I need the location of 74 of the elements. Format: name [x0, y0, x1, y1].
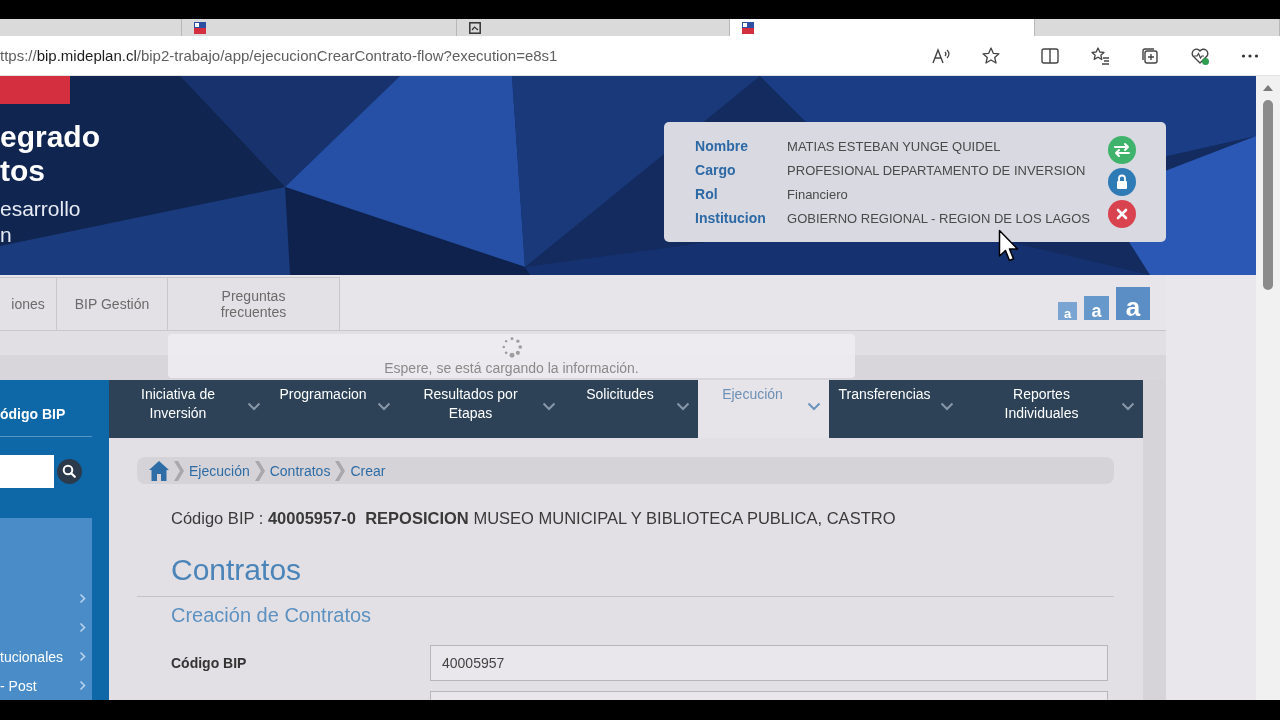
chevron-right-icon[interactable]: [79, 622, 86, 633]
close-icon[interactable]: [1108, 200, 1136, 228]
chevron-down-icon: [1121, 402, 1135, 411]
page-icon: [469, 21, 481, 34]
loading-message: Espere, se está cargando la información.: [384, 360, 639, 376]
flag-icon: [194, 21, 206, 34]
chevron-right-icon: [174, 460, 184, 481]
flag-icon: [742, 21, 754, 34]
menu-tab[interactable]: Programacion: [269, 380, 399, 438]
breadcrumb-link[interactable]: Ejecución: [189, 462, 250, 479]
user-field-label: Cargo: [695, 162, 737, 178]
user-field-value: MATIAS ESTEBAN YUNGE QUIDEL: [787, 138, 1001, 154]
heart-pulse-icon[interactable]: [1190, 45, 1210, 66]
chevron-right-icon[interactable]: [79, 651, 86, 662]
home-icon[interactable]: [149, 459, 169, 482]
site-subtitle-line: n: [0, 222, 13, 248]
menu-tab[interactable]: Solicitudes: [564, 380, 698, 438]
user-field-label: Nombre: [695, 138, 749, 154]
chevron-down-icon: [807, 402, 821, 411]
user-field-label: Rol: [695, 186, 719, 202]
sidebar-title: ódigo BIP: [0, 380, 92, 437]
breadcrumb-link[interactable]: Crear: [350, 462, 386, 479]
scrollbar[interactable]: [1256, 76, 1280, 700]
user-field-value: Financiero: [787, 186, 848, 202]
chevron-down-icon: [676, 402, 690, 411]
spinner-icon: [500, 336, 523, 358]
text-field[interactable]: 40005957: [430, 645, 1108, 681]
site-tab[interactable]: BIP Gestión: [57, 277, 168, 330]
swap-icon[interactable]: [1108, 136, 1136, 164]
sidebar-item[interactable]: tucionales: [0, 648, 64, 665]
chevron-right-icon: [335, 460, 346, 481]
collections-icon[interactable]: [1140, 45, 1160, 66]
chevron-down-icon: [542, 402, 556, 411]
user-field-value: GOBIERNO REGIONAL - REGION DE LOS LAGOS: [787, 210, 1090, 226]
site-tab[interactable]: iones: [0, 277, 57, 330]
text-field[interactable]: [430, 691, 1108, 700]
search-field[interactable]: [0, 455, 54, 488]
split-screen-icon[interactable]: [1040, 45, 1060, 66]
sidebar-item[interactable]: - Post: [0, 677, 37, 694]
field-label: Código BIP: [171, 655, 247, 671]
user-field-label: Institucion: [695, 210, 767, 226]
brand-stripe: [0, 76, 70, 104]
menu-tab[interactable]: Ejecución: [698, 380, 829, 438]
site-title-line: egrado: [0, 120, 101, 154]
chevron-down-icon: [377, 402, 391, 411]
search-icon[interactable]: [57, 459, 82, 484]
site-subtitle-line: esarrollo: [0, 196, 81, 222]
text-size-button[interactable]: a: [1116, 287, 1150, 320]
address-field[interactable]: ttps://bip.mideplan.cl/bip2-trabajo/app/ejecucionCrearContrato-flow?execution=e8s1: [0, 47, 558, 64]
scrollbar-thumb[interactable]: [1263, 100, 1273, 290]
chevron-right-icon[interactable]: [79, 680, 86, 691]
text-size-button[interactable]: a: [1084, 296, 1109, 320]
chevron-right-icon: [254, 460, 265, 481]
browser-tab[interactable]: [730, 19, 1035, 36]
page-title: Contratos: [171, 553, 302, 586]
section-title: Creación de Contratos: [171, 604, 372, 626]
chevron-down-icon: [247, 402, 261, 411]
text-size-button[interactable]: a: [1058, 302, 1077, 320]
cursor-icon: [998, 229, 1020, 263]
site-tab[interactable]: Preguntas frecuentes: [168, 277, 340, 330]
project-heading: Código BIP : 40005957-0 REPOSICION MUSEO MUNICIPAL Y BIBLIOTECA PUBLICA, CASTRO: [171, 509, 896, 527]
star-icon[interactable]: [981, 45, 1001, 66]
menu-tab[interactable]: Iniciativa de Inversión: [109, 380, 269, 438]
favorites-icon[interactable]: [1090, 45, 1110, 66]
user-field-value: PROFESIONAL DEPARTAMENTO DE INVERSION: [787, 162, 1086, 178]
breadcrumb-link[interactable]: Contratos: [269, 462, 331, 479]
menu-tab[interactable]: Reportes Individuales: [962, 380, 1143, 438]
lock-icon[interactable]: [1108, 168, 1136, 196]
chevron-right-icon[interactable]: [79, 593, 86, 604]
scroll-up-icon[interactable]: [1263, 85, 1273, 91]
site-title-line: tos: [0, 154, 46, 188]
chevron-down-icon: [940, 402, 954, 411]
menu-tab[interactable]: Transferencias: [829, 380, 962, 438]
menu-tab[interactable]: Resultados por Etapas: [399, 380, 564, 438]
